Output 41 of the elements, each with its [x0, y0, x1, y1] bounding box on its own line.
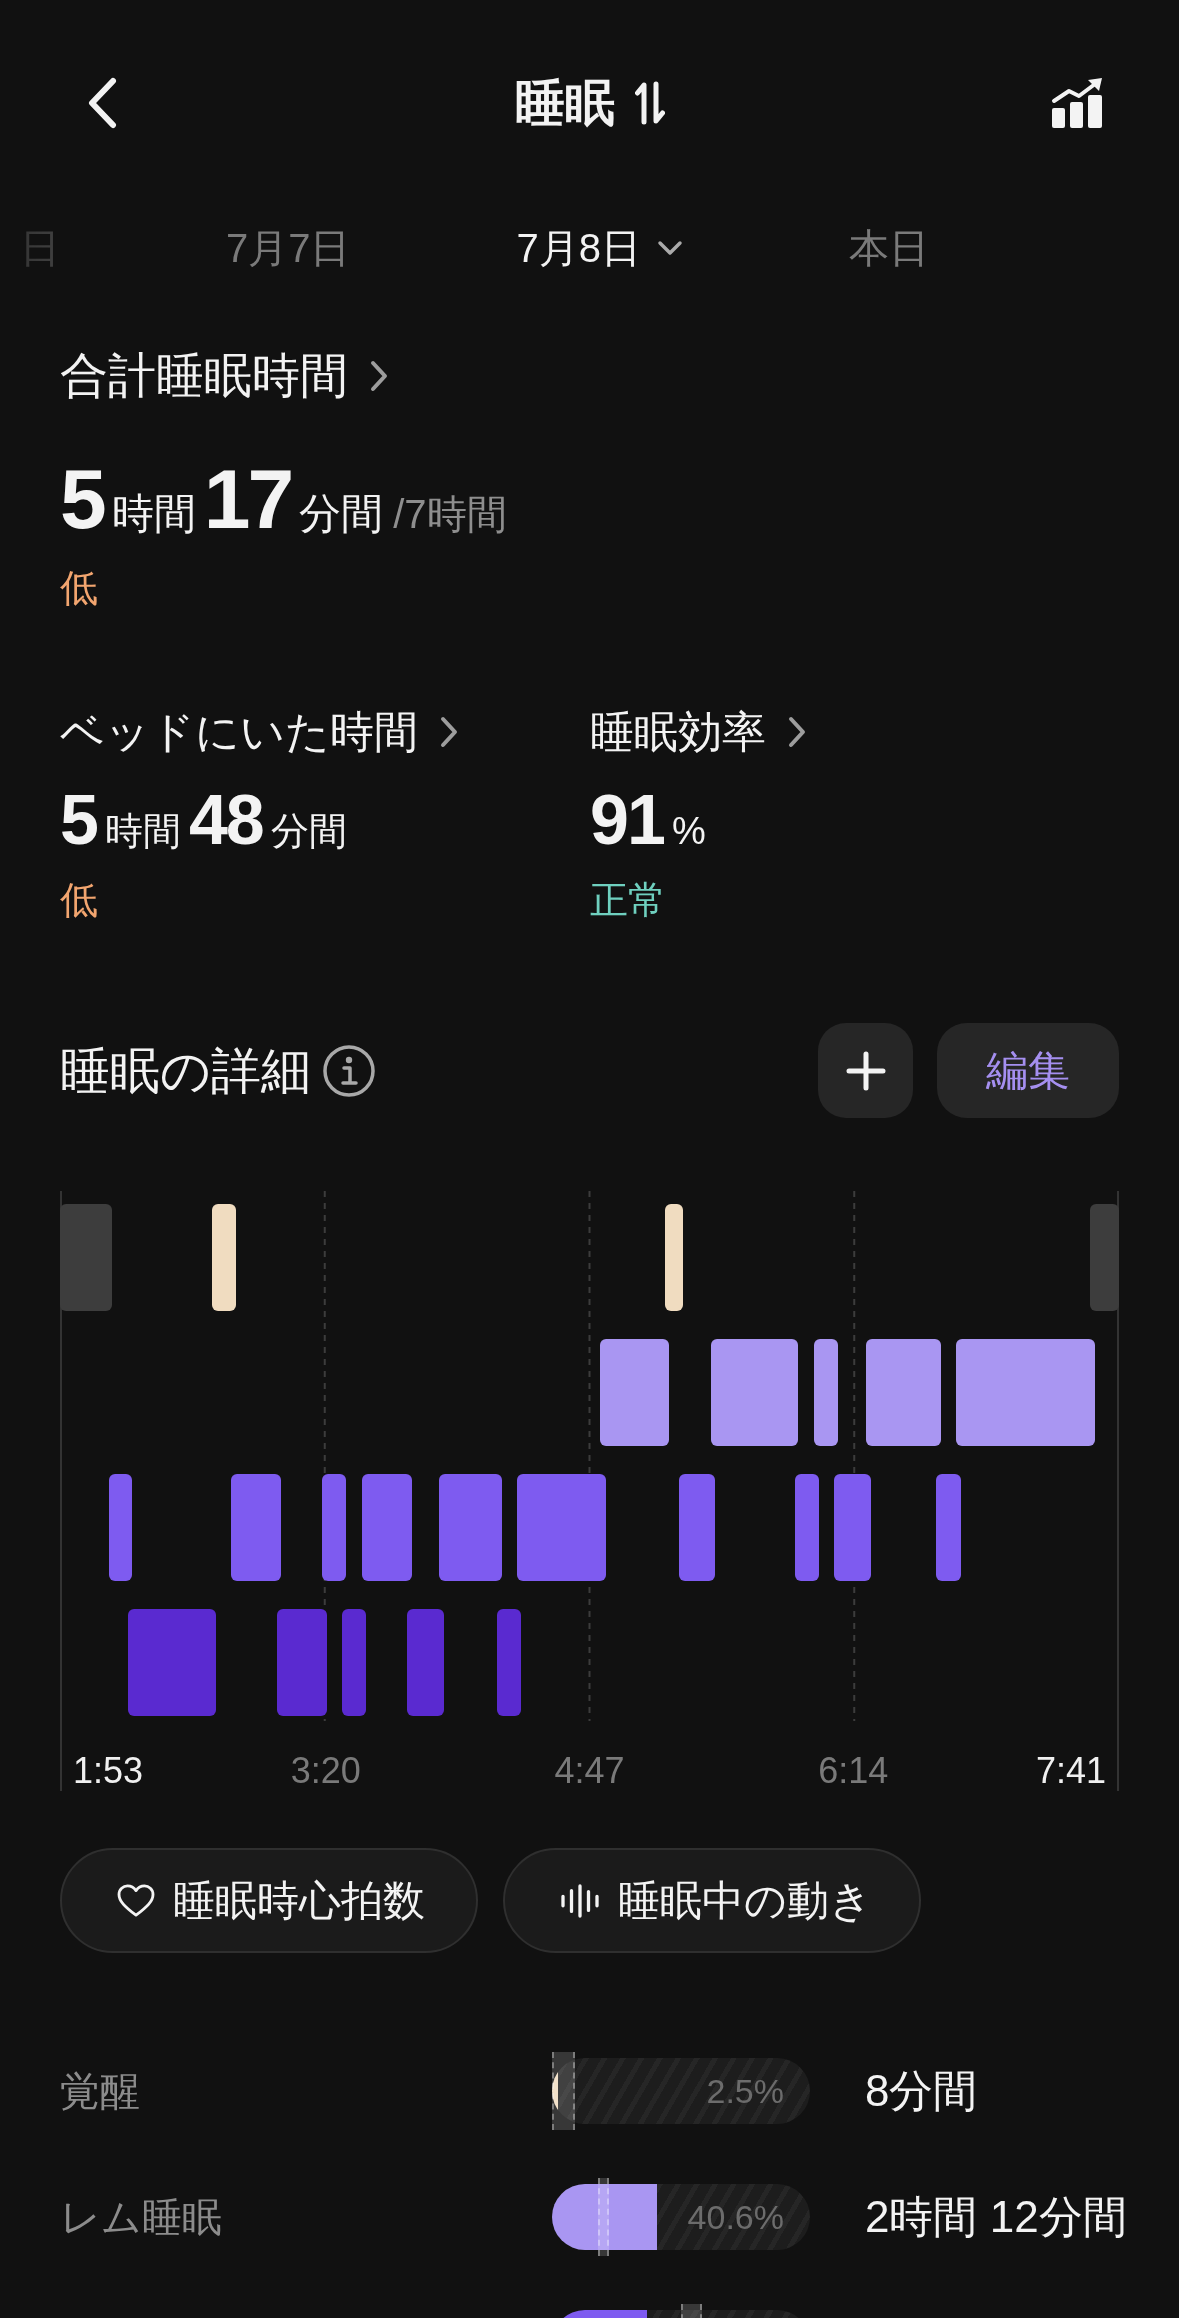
page-title: 睡眠	[514, 74, 615, 133]
date-tab[interactable]: 7月7日	[226, 223, 351, 273]
chevron-right-icon	[788, 716, 806, 748]
back-icon[interactable]	[86, 77, 118, 129]
movement-chip[interactable]: 睡眠中の動き	[503, 1848, 921, 1953]
heart-rate-chip[interactable]: 睡眠時心拍数	[60, 1848, 478, 1953]
stage-duration: 2時間 12分間	[865, 2191, 1127, 2243]
chevron-down-icon[interactable]	[657, 240, 683, 256]
time-label: 6:14	[818, 1751, 889, 1791]
stage-duration: 8分間	[865, 2065, 979, 2117]
stage-label: レム睡眠	[60, 2194, 223, 2241]
total-sleep-link[interactable]: 合計睡眠時間	[60, 347, 388, 405]
stage-label: 覚醒	[60, 2068, 141, 2115]
metric-link[interactable]: 睡眠効率	[590, 705, 806, 759]
chevron-right-icon	[440, 716, 458, 748]
stage-percent: 2.5%	[706, 2071, 785, 2111]
bar-chart-icon[interactable]	[1051, 78, 1103, 128]
info-icon[interactable]	[323, 1044, 375, 1097]
stage-percent: 40.6%	[687, 2197, 785, 2237]
metric-value: 91%	[590, 783, 706, 857]
status-label: 低	[60, 566, 98, 611]
time-label: 3:20	[290, 1751, 361, 1791]
time-label: 1:53	[73, 1751, 144, 1791]
time-label: 7:41	[1035, 1751, 1106, 1791]
metric-link[interactable]: ベッドにいた時間	[60, 705, 458, 759]
status-label: 低	[60, 878, 98, 923]
sleep-goal: /7時間	[393, 491, 507, 538]
chevron-right-icon	[370, 360, 388, 392]
waveform-icon	[560, 1883, 600, 1918]
heart-icon	[117, 1883, 155, 1918]
add-button[interactable]	[818, 1023, 913, 1118]
date-tab[interactable]: 7月8日	[516, 223, 683, 273]
date-tab[interactable]: 本日	[849, 223, 929, 273]
time-label: 4:47	[554, 1751, 625, 1791]
status-label: 正常	[590, 878, 666, 923]
total-sleep-value: 5 時間 17分間	[60, 455, 384, 543]
plus-icon	[845, 1050, 886, 1091]
swap-arrows-icon[interactable]	[634, 81, 665, 125]
edit-button[interactable]: 編集	[937, 1023, 1119, 1118]
metric-value: 5 時間 48 分間	[60, 783, 347, 857]
section-title: 睡眠の詳細	[60, 1041, 311, 1101]
